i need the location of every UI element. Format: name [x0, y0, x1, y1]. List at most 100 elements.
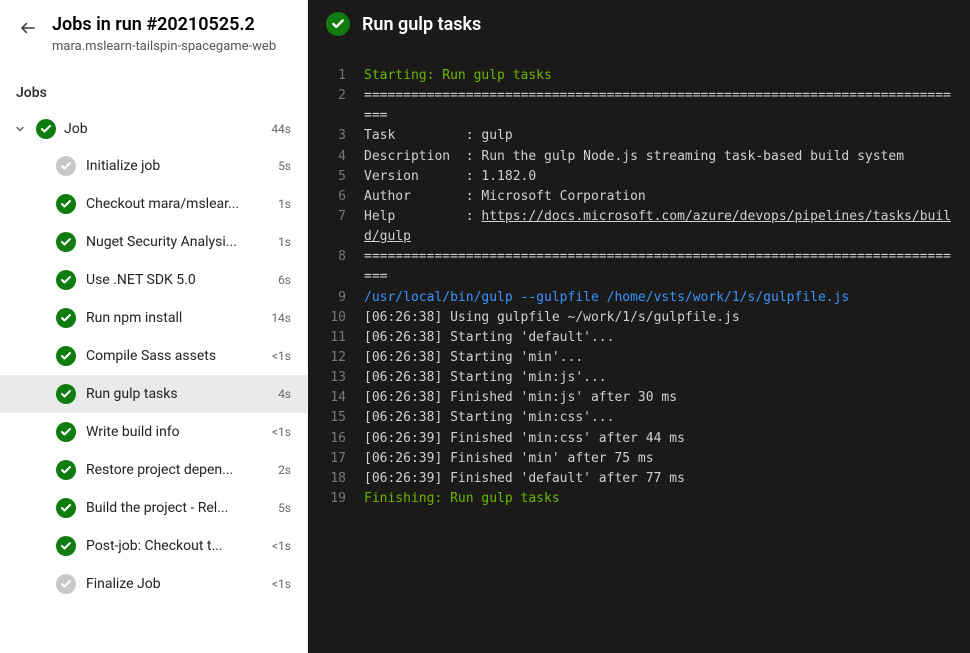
- log-text: Version : 1.182.0: [364, 167, 958, 187]
- task-row[interactable]: Build the project - Rel... 5s: [0, 489, 307, 527]
- log-text: [06:26:39] Finished 'default' after 77 m…: [364, 469, 958, 489]
- log-line: 18[06:26:39] Finished 'default' after 77…: [308, 469, 958, 489]
- job-label: Job: [64, 121, 263, 137]
- task-row[interactable]: Post-job: Checkout t... <1s: [0, 527, 307, 565]
- check-icon: [56, 194, 76, 214]
- log-text: Finishing: Run gulp tasks: [364, 489, 958, 509]
- line-number: 10: [308, 308, 364, 328]
- task-row[interactable]: Run gulp tasks 4s: [0, 375, 307, 413]
- task-row[interactable]: Write build info <1s: [0, 413, 307, 451]
- page-title: Jobs in run #20210525.2: [52, 14, 291, 37]
- task-duration: 14s: [271, 311, 291, 325]
- line-number: 14: [308, 388, 364, 408]
- log-text: Task : gulp: [364, 126, 958, 146]
- task-label: Post-job: Checkout t...: [86, 538, 262, 554]
- log-link[interactable]: https://docs.microsoft.com/azure/devops/…: [364, 209, 951, 244]
- section-label-jobs: Jobs: [0, 63, 307, 111]
- log-output[interactable]: 1Starting: Run gulp tasks2==============…: [308, 48, 970, 653]
- task-row[interactable]: Run npm install14s: [0, 299, 307, 337]
- job-row[interactable]: Job 44s: [0, 111, 307, 147]
- check-icon: [36, 119, 56, 139]
- log-line: 16[06:26:39] Finished 'min:css' after 44…: [308, 429, 958, 449]
- log-text: [06:26:38] Finished 'min:js' after 30 ms: [364, 388, 958, 408]
- task-label: Build the project - Rel...: [86, 500, 268, 516]
- check-icon: [56, 460, 76, 480]
- task-label: Nuget Security Analysi...: [86, 234, 268, 250]
- check-icon: [326, 12, 350, 36]
- log-line: 12[06:26:38] Starting 'min'...: [308, 348, 958, 368]
- task-duration: 4s: [278, 387, 291, 401]
- task-label: Compile Sass assets: [86, 348, 262, 364]
- check-icon: [56, 422, 76, 442]
- line-number: 6: [308, 187, 364, 207]
- check-icon: [56, 270, 76, 290]
- log-line: 14[06:26:38] Finished 'min:js' after 30 …: [308, 388, 958, 408]
- line-number: 17: [308, 449, 364, 469]
- job-duration: 44s: [271, 122, 291, 136]
- log-text: [06:26:38] Starting 'default'...: [364, 328, 958, 348]
- log-header: Run gulp tasks: [308, 0, 970, 48]
- check-icon: [56, 498, 76, 518]
- line-number: 11: [308, 328, 364, 348]
- line-number: 8: [308, 247, 364, 287]
- log-line: 11[06:26:38] Starting 'default'...: [308, 328, 958, 348]
- check-icon: [56, 232, 76, 252]
- task-duration: <1s: [272, 425, 291, 439]
- task-row[interactable]: Use .NET SDK 5.06s: [0, 261, 307, 299]
- log-line: 13[06:26:38] Starting 'min:js'...: [308, 368, 958, 388]
- line-number: 4: [308, 147, 364, 167]
- task-label: Write build info: [86, 424, 262, 440]
- log-line: 9/usr/local/bin/gulp --gulpfile /home/vs…: [308, 288, 958, 308]
- line-number: 16: [308, 429, 364, 449]
- log-line: 19Finishing: Run gulp tasks: [308, 489, 958, 509]
- task-label: Initialize job: [86, 158, 268, 174]
- task-row[interactable]: Nuget Security Analysi... 1s: [0, 223, 307, 261]
- check-icon: [56, 574, 76, 594]
- task-duration: 5s: [278, 159, 291, 173]
- log-line: 10[06:26:38] Using gulpfile ~/work/1/s/g…: [308, 308, 958, 328]
- task-row[interactable]: Restore project depen...2s: [0, 451, 307, 489]
- arrow-left-icon: [19, 19, 37, 37]
- log-line: 15[06:26:38] Starting 'min:css'...: [308, 408, 958, 428]
- line-number: 19: [308, 489, 364, 509]
- log-line: 4Description : Run the gulp Node.js stre…: [308, 147, 958, 167]
- back-button[interactable]: [16, 16, 40, 40]
- task-label: Run gulp tasks: [86, 386, 268, 402]
- log-text: [06:26:38] Starting 'min:js'...: [364, 368, 958, 388]
- sidebar-header: Jobs in run #20210525.2 mara.mslearn-tai…: [0, 0, 307, 63]
- log-line: 2=======================================…: [308, 86, 958, 126]
- task-row[interactable]: Checkout mara/mslear... 1s: [0, 185, 307, 223]
- line-number: 5: [308, 167, 364, 187]
- task-duration: 1s: [278, 235, 291, 249]
- line-number: 15: [308, 408, 364, 428]
- task-duration: <1s: [272, 539, 291, 553]
- log-line: 3Task : gulp: [308, 126, 958, 146]
- log-line: 1Starting: Run gulp tasks: [308, 66, 958, 86]
- task-label: Checkout mara/mslear...: [86, 196, 268, 212]
- task-row[interactable]: Finalize Job <1s: [0, 565, 307, 603]
- log-text: [06:26:39] Finished 'min:css' after 44 m…: [364, 429, 958, 449]
- log-pane: Run gulp tasks 1Starting: Run gulp tasks…: [308, 0, 970, 653]
- task-duration: 5s: [278, 501, 291, 515]
- task-duration: <1s: [272, 349, 291, 363]
- check-icon: [56, 536, 76, 556]
- chevron-down-icon: [12, 123, 28, 135]
- line-number: 3: [308, 126, 364, 146]
- task-duration: <1s: [272, 577, 291, 591]
- job-tree: Job 44s Initialize job 5s Checkout mara/ms…: [0, 111, 307, 653]
- task-label: Restore project depen...: [86, 462, 268, 478]
- task-row[interactable]: Initialize job 5s: [0, 147, 307, 185]
- check-icon: [56, 346, 76, 366]
- log-line: 17[06:26:39] Finished 'min' after 75 ms: [308, 449, 958, 469]
- log-text: Starting: Run gulp tasks: [364, 66, 958, 86]
- line-number: 9: [308, 288, 364, 308]
- log-text: [06:26:38] Starting 'min'...: [364, 348, 958, 368]
- log-text: /usr/local/bin/gulp --gulpfile /home/vst…: [364, 288, 958, 308]
- task-duration: 1s: [278, 197, 291, 211]
- task-row[interactable]: Compile Sass assets <1s: [0, 337, 307, 375]
- log-text: Author : Microsoft Corporation: [364, 187, 958, 207]
- page-subtitle[interactable]: mara.mslearn-tailspin-spacegame-web: [52, 39, 291, 56]
- task-label: Finalize Job: [86, 576, 262, 592]
- line-number: 2: [308, 86, 364, 126]
- line-number: 12: [308, 348, 364, 368]
